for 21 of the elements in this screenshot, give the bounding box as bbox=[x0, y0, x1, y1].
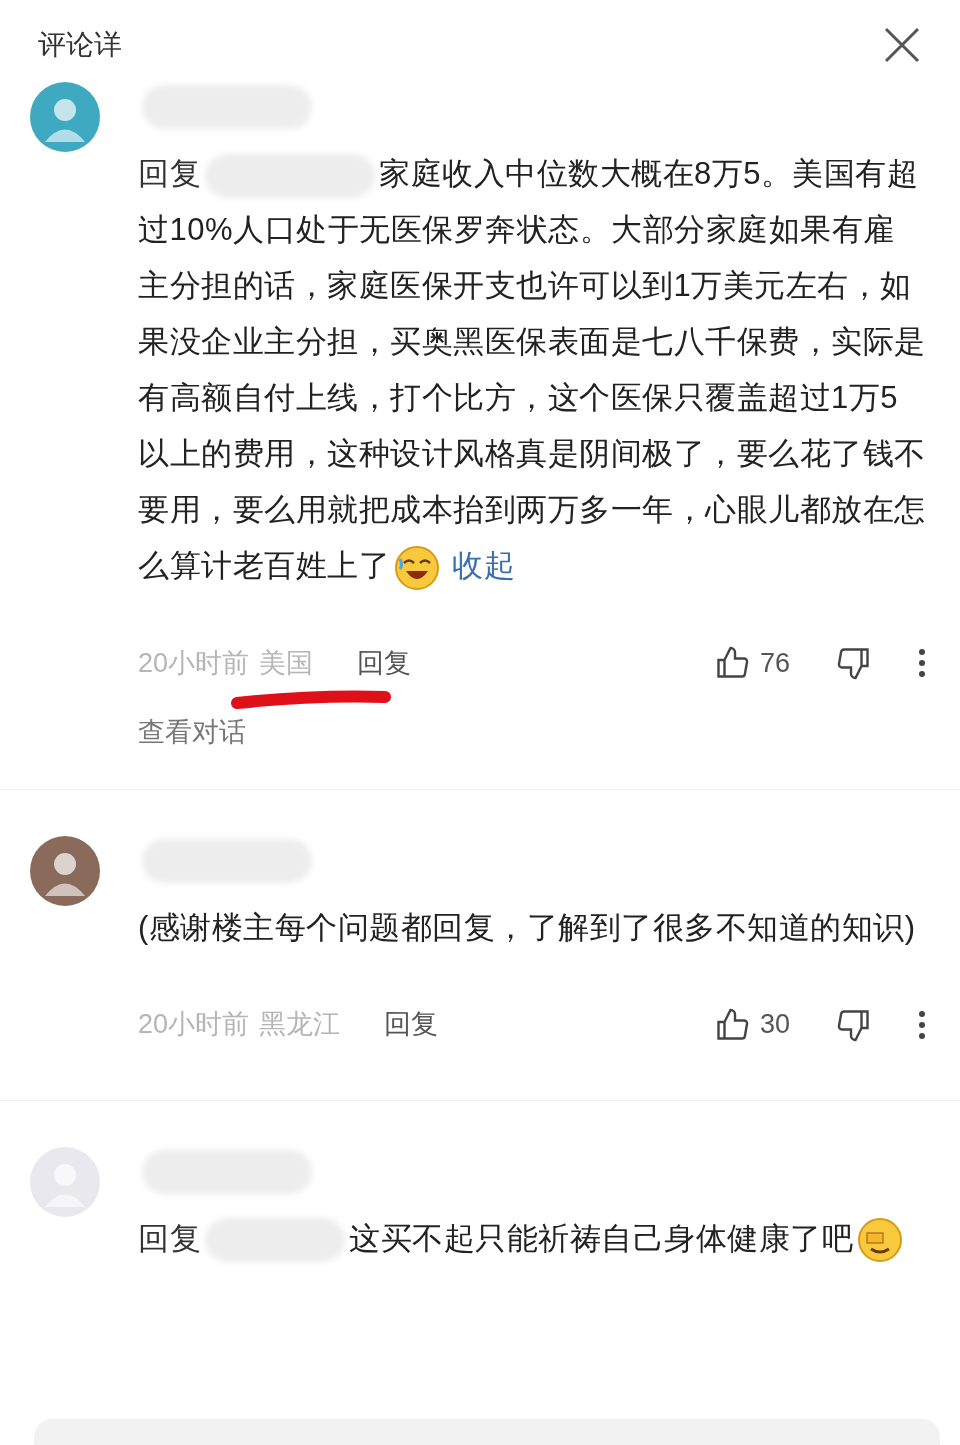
thumbs-down-icon[interactable] bbox=[836, 645, 872, 681]
collapse-link[interactable]: 收起 bbox=[452, 548, 515, 583]
page-title: 评论详 bbox=[38, 28, 122, 62]
avatar[interactable] bbox=[30, 82, 100, 152]
comment-text: 回复 这买不起只能祈祷自己身体健康了吧 bbox=[138, 1210, 926, 1267]
comment-text: 回复 家庭收入中位数大概在8万5。美国有超过10%人口处于无医保罗奔状态。大部分家庭如果有雇主分担的话，家庭医保开支也许可以到1万美元左右，如果没企业主分担，买奥黑医保表面是七八千保费，实际是有高额自付上线，打个比方，这个医保只覆盖超过1万5以上的费用，这种设计风格真是阴间极了，要么花了钱不要用，要么用就把成本抬到两万多一年，心眼儿都放在怎么算计老百姓上了 收起 bbox=[138, 146, 926, 594]
more-icon[interactable] bbox=[918, 1009, 926, 1040]
view-conversation-link[interactable]: 查看对话 bbox=[138, 712, 926, 753]
comment-time: 20小时前 bbox=[138, 646, 250, 680]
more-icon[interactable] bbox=[918, 648, 926, 678]
comment-location: 美国 bbox=[259, 646, 314, 680]
reply-button[interactable]: 回复 bbox=[384, 1004, 439, 1045]
close-icon[interactable] bbox=[884, 27, 920, 63]
reply-button[interactable]: 回复 bbox=[357, 642, 412, 684]
comment-location: 黑龙江 bbox=[259, 1008, 341, 1042]
comment-text: (感谢楼主每个问题都回复，了解到了很多不知道的知识) bbox=[138, 908, 917, 947]
laughing-emoji-icon bbox=[394, 544, 440, 591]
avatar[interactable] bbox=[30, 835, 100, 906]
like-count: 30 bbox=[759, 1008, 790, 1042]
comment-time: 20小时前 bbox=[138, 1008, 250, 1042]
like-count: 76 bbox=[759, 646, 790, 680]
